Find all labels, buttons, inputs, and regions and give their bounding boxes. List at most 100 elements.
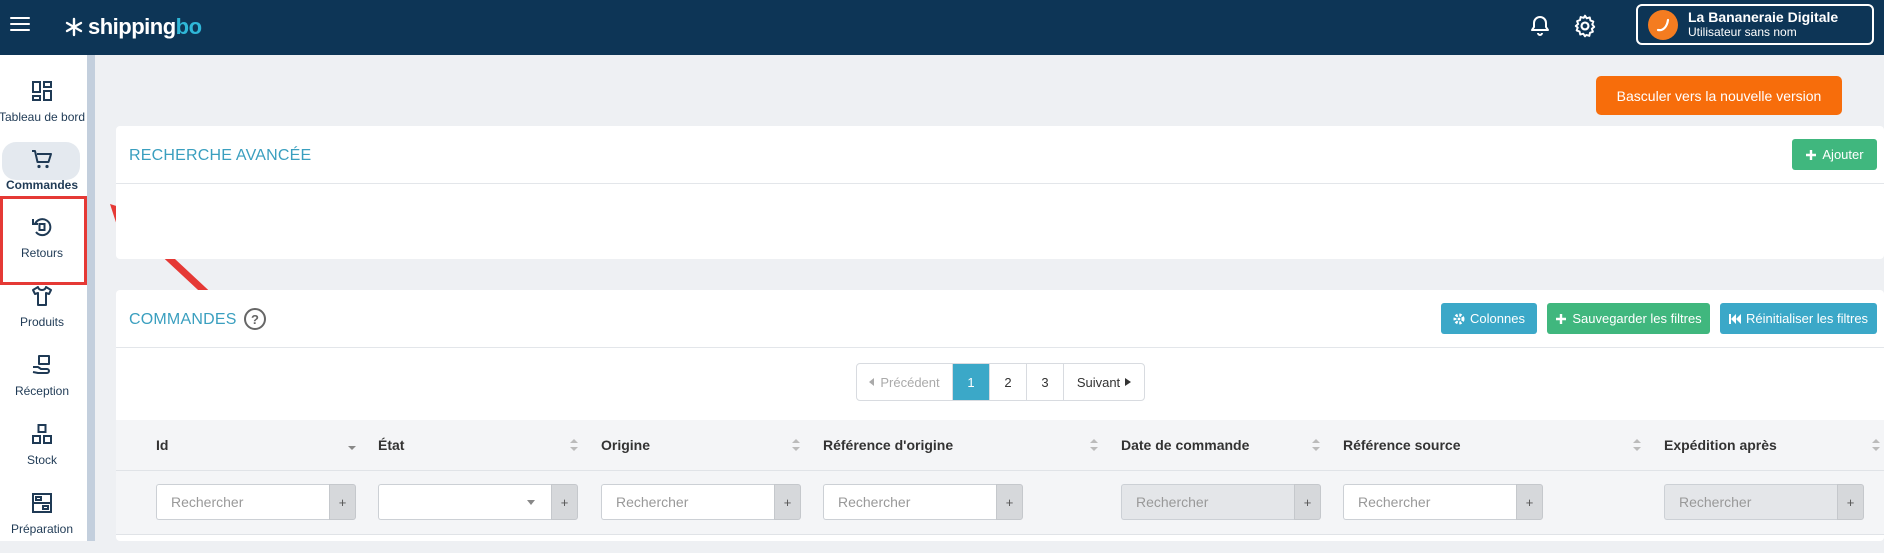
column-header-etat[interactable]: État: [378, 437, 404, 453]
cart-icon: [28, 145, 56, 173]
sort-icon[interactable]: [1872, 438, 1880, 452]
sidebar-item-label: Commandes: [5, 178, 79, 192]
preparation-icon: [28, 489, 56, 517]
add-filter-label: Ajouter: [1822, 147, 1864, 162]
filter-id: Rechercher +: [156, 484, 356, 520]
sort-desc-icon[interactable]: [348, 438, 356, 452]
reset-filters-label: Réinitialiser les filtres: [1745, 311, 1869, 326]
sidebar-scrollbar[interactable]: [87, 55, 95, 541]
orders-title: COMMANDES: [129, 311, 237, 328]
top-bar: shipping bo La Bananeraie Digitale Utilis…: [0, 0, 1884, 55]
advanced-search-title: RECHERCHE AVANCÉE: [129, 147, 312, 164]
plus-icon: [1556, 313, 1567, 324]
account-switcher[interactable]: La Bananeraie Digitale Utilisateur sans …: [1636, 4, 1874, 45]
fast-backward-icon: [1728, 313, 1741, 324]
sidebar-item-label: Produits: [19, 315, 65, 329]
bell-icon[interactable]: [1528, 14, 1552, 38]
caret-right-icon: [1125, 378, 1132, 386]
filter-origine-input[interactable]: Rechercher: [601, 484, 774, 520]
column-header-expedition-apres[interactable]: Expédition après: [1664, 437, 1777, 453]
add-filter-button[interactable]: Ajouter: [1792, 139, 1877, 170]
sort-icon[interactable]: [1633, 438, 1641, 452]
sort-icon[interactable]: [570, 438, 578, 452]
filter-reference-source-add-button[interactable]: +: [1516, 484, 1543, 520]
sidebar: Tableau de bord Commandes Retours Produi…: [0, 55, 95, 541]
columns-button[interactable]: Colonnes: [1441, 303, 1537, 334]
advanced-search-panel: RECHERCHE AVANCÉE Ajouter: [116, 126, 1884, 259]
filter-id-add-button[interactable]: +: [329, 484, 356, 520]
filter-etat-select[interactable]: [378, 484, 551, 520]
pagination-page[interactable]: 1: [953, 364, 990, 400]
pagination-next-label: Suivant: [1076, 374, 1121, 390]
column-header-reference-source[interactable]: Référence source: [1343, 437, 1461, 453]
sidebar-item-dashboard[interactable]: Tableau de bord: [0, 77, 86, 141]
table-header-row: Id État Origine Référence d'origine Date…: [116, 420, 1884, 471]
hamburger-menu-icon[interactable]: [10, 17, 30, 33]
plus-icon: [1806, 149, 1817, 160]
sidebar-item-label: Tableau de bord: [0, 110, 86, 124]
sort-icon[interactable]: [1090, 438, 1098, 452]
shippingbo-logo[interactable]: shipping bo: [64, 13, 202, 41]
filter-reference-origine: Rechercher +: [823, 484, 1023, 520]
cog-icon: [1453, 313, 1465, 324]
sidebar-item-produits[interactable]: Produits: [0, 282, 84, 346]
tshirt-icon: [28, 282, 56, 310]
sidebar-item-label: Préparation: [10, 522, 74, 536]
pagination-previous[interactable]: Précédent: [857, 364, 953, 400]
account-user: Utilisateur sans nom: [1688, 25, 1797, 39]
switch-new-version-button[interactable]: Basculer vers la nouvelle version: [1596, 76, 1842, 115]
filter-expedition-apres-input[interactable]: Rechercher: [1664, 484, 1837, 520]
filter-reference-origine-add-button[interactable]: +: [996, 484, 1023, 520]
sort-icon[interactable]: [792, 438, 800, 452]
reset-filters-button[interactable]: Réinitialiser les filtres: [1720, 303, 1877, 334]
sort-icon[interactable]: [1312, 438, 1320, 452]
pagination: Précédent 1 2 3 Suivant: [856, 363, 1145, 401]
logo-text: shipping: [88, 14, 176, 39]
avatar: [1648, 9, 1678, 40]
filter-date-commande-input[interactable]: Rechercher: [1121, 484, 1294, 520]
stock-icon: [28, 420, 56, 448]
logo-accent: bo: [175, 14, 202, 39]
sidebar-item-stock[interactable]: Stock: [0, 420, 84, 484]
filter-date-commande-add-button[interactable]: +: [1294, 484, 1321, 520]
gear-icon[interactable]: [1572, 13, 1598, 39]
columns-label: Colonnes: [1470, 311, 1525, 326]
filter-expedition-apres: Rechercher +: [1664, 484, 1864, 520]
help-icon[interactable]: ?: [244, 308, 266, 330]
table-filter-row: Rechercher + + Rechercher + Rechercher +…: [116, 471, 1884, 535]
column-header-date-commande[interactable]: Date de commande: [1121, 437, 1249, 453]
filter-reference-source-input[interactable]: Rechercher: [1343, 484, 1516, 520]
column-header-reference-origine[interactable]: Référence d'origine: [823, 437, 953, 453]
sidebar-item-label: Stock: [26, 453, 57, 467]
filter-etat: +: [378, 484, 578, 520]
sidebar-item-reception[interactable]: Réception: [0, 351, 84, 415]
annotation-highlight-box: [0, 196, 87, 285]
save-filters-label: Sauvegarder les filtres: [1572, 311, 1702, 326]
filter-origine: Rechercher +: [601, 484, 801, 520]
column-header-id[interactable]: Id: [156, 437, 168, 453]
banana-icon: [1656, 18, 1670, 31]
pagination-next[interactable]: Suivant: [1064, 364, 1144, 400]
pagination-page[interactable]: 3: [1027, 364, 1064, 400]
reception-icon: [28, 351, 56, 379]
dashboard-icon: [28, 77, 56, 105]
filter-date-commande: Rechercher +: [1121, 484, 1321, 520]
chevron-down-icon: [527, 499, 535, 505]
sidebar-item-preparation[interactable]: Préparation: [0, 489, 84, 553]
pagination-page[interactable]: 2: [990, 364, 1027, 400]
advanced-search-header: RECHERCHE AVANCÉE Ajouter: [116, 126, 1884, 184]
column-header-origine[interactable]: Origine: [601, 437, 650, 453]
filter-reference-origine-input[interactable]: Rechercher: [823, 484, 996, 520]
orders-header: COMMANDES ? Colonnes Sauvegarder les fil…: [116, 290, 1884, 348]
filter-id-input[interactable]: Rechercher: [156, 484, 329, 520]
filter-origine-add-button[interactable]: +: [774, 484, 801, 520]
sidebar-item-label: Réception: [14, 384, 70, 398]
save-filters-button[interactable]: Sauvegarder les filtres: [1547, 303, 1710, 334]
filter-etat-add-button[interactable]: +: [551, 484, 578, 520]
pagination-previous-label: Précédent: [880, 374, 940, 390]
asterisk-logo-icon: [65, 17, 83, 37]
filter-expedition-apres-add-button[interactable]: +: [1837, 484, 1864, 520]
orders-panel: COMMANDES ? Colonnes Sauvegarder les fil…: [116, 290, 1884, 541]
filter-reference-source: Rechercher +: [1343, 484, 1543, 520]
account-name: La Bananeraie Digitale: [1688, 9, 1839, 25]
